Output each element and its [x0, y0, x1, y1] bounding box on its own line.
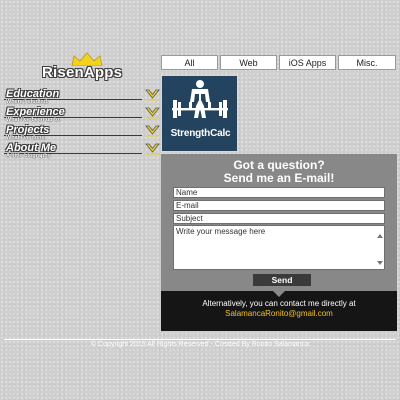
direct-contact-box: Alternatively, you can contact me direct…: [161, 291, 397, 331]
project-title: StrengthCalc: [170, 128, 231, 139]
subject-field[interactable]: Subject: [173, 213, 385, 224]
side-nav: Education Where I studied. Experience Wh…: [4, 88, 160, 160]
site-logo[interactable]: RisenApps: [40, 52, 126, 86]
nav-item-experience[interactable]: Experience What I've been up to.: [4, 106, 160, 124]
contact-heading-line: Send me an E-mail!: [223, 171, 335, 185]
nav-item-subtitle: A little biography: [6, 153, 51, 159]
send-button[interactable]: Send: [253, 274, 311, 286]
footer-copyright: © Copyright 2015 All Rights Reserved - C…: [91, 341, 309, 348]
logo-text: RisenApps: [42, 64, 123, 81]
contact-form: Got a question? Send me an E-mail! Name …: [161, 154, 397, 291]
email-link[interactable]: SalamancaRonito@gmail.com: [161, 309, 397, 318]
footer-divider: [4, 339, 396, 340]
message-placeholder: Write your message here: [176, 227, 266, 236]
tab-misc[interactable]: Misc.: [338, 55, 396, 70]
scroll-up-arrow-icon[interactable]: [377, 234, 383, 238]
message-textarea[interactable]: Write your message here: [173, 225, 385, 270]
direct-contact-text: Alternatively, you can contact me direct…: [202, 299, 356, 308]
chevron-down-icon[interactable]: [145, 89, 160, 101]
email-field[interactable]: E-mail: [173, 200, 385, 211]
nav-item-education[interactable]: Education Where I studied.: [4, 88, 160, 106]
notch-arrow: [273, 291, 285, 297]
weightlifter-icon: [172, 80, 228, 118]
scroll-down-arrow-icon[interactable]: [377, 261, 383, 265]
nav-item-subtitle: What I've been up to.: [6, 117, 61, 123]
project-tile-strengthcalc[interactable]: StrengthCalc: [161, 75, 238, 152]
nav-item-projects[interactable]: Projects What I've done.: [4, 124, 160, 142]
tab-web[interactable]: Web: [220, 55, 277, 70]
chevron-down-icon[interactable]: [145, 143, 160, 155]
tab-ios-apps[interactable]: iOS Apps: [279, 55, 336, 70]
chevron-down-icon[interactable]: [145, 125, 160, 137]
chevron-down-icon[interactable]: [145, 107, 160, 119]
nav-item-about-me[interactable]: About Me A little biography: [4, 142, 160, 160]
tab-all[interactable]: All: [161, 55, 218, 70]
project-filter-tabs: All Web iOS Apps Misc.: [161, 55, 396, 70]
name-field[interactable]: Name: [173, 187, 385, 198]
contact-heading: Got a question? Send me an E-mail!: [161, 159, 397, 185]
nav-item-subtitle: Where I studied.: [6, 99, 49, 105]
nav-item-subtitle: What I've done.: [6, 135, 47, 141]
